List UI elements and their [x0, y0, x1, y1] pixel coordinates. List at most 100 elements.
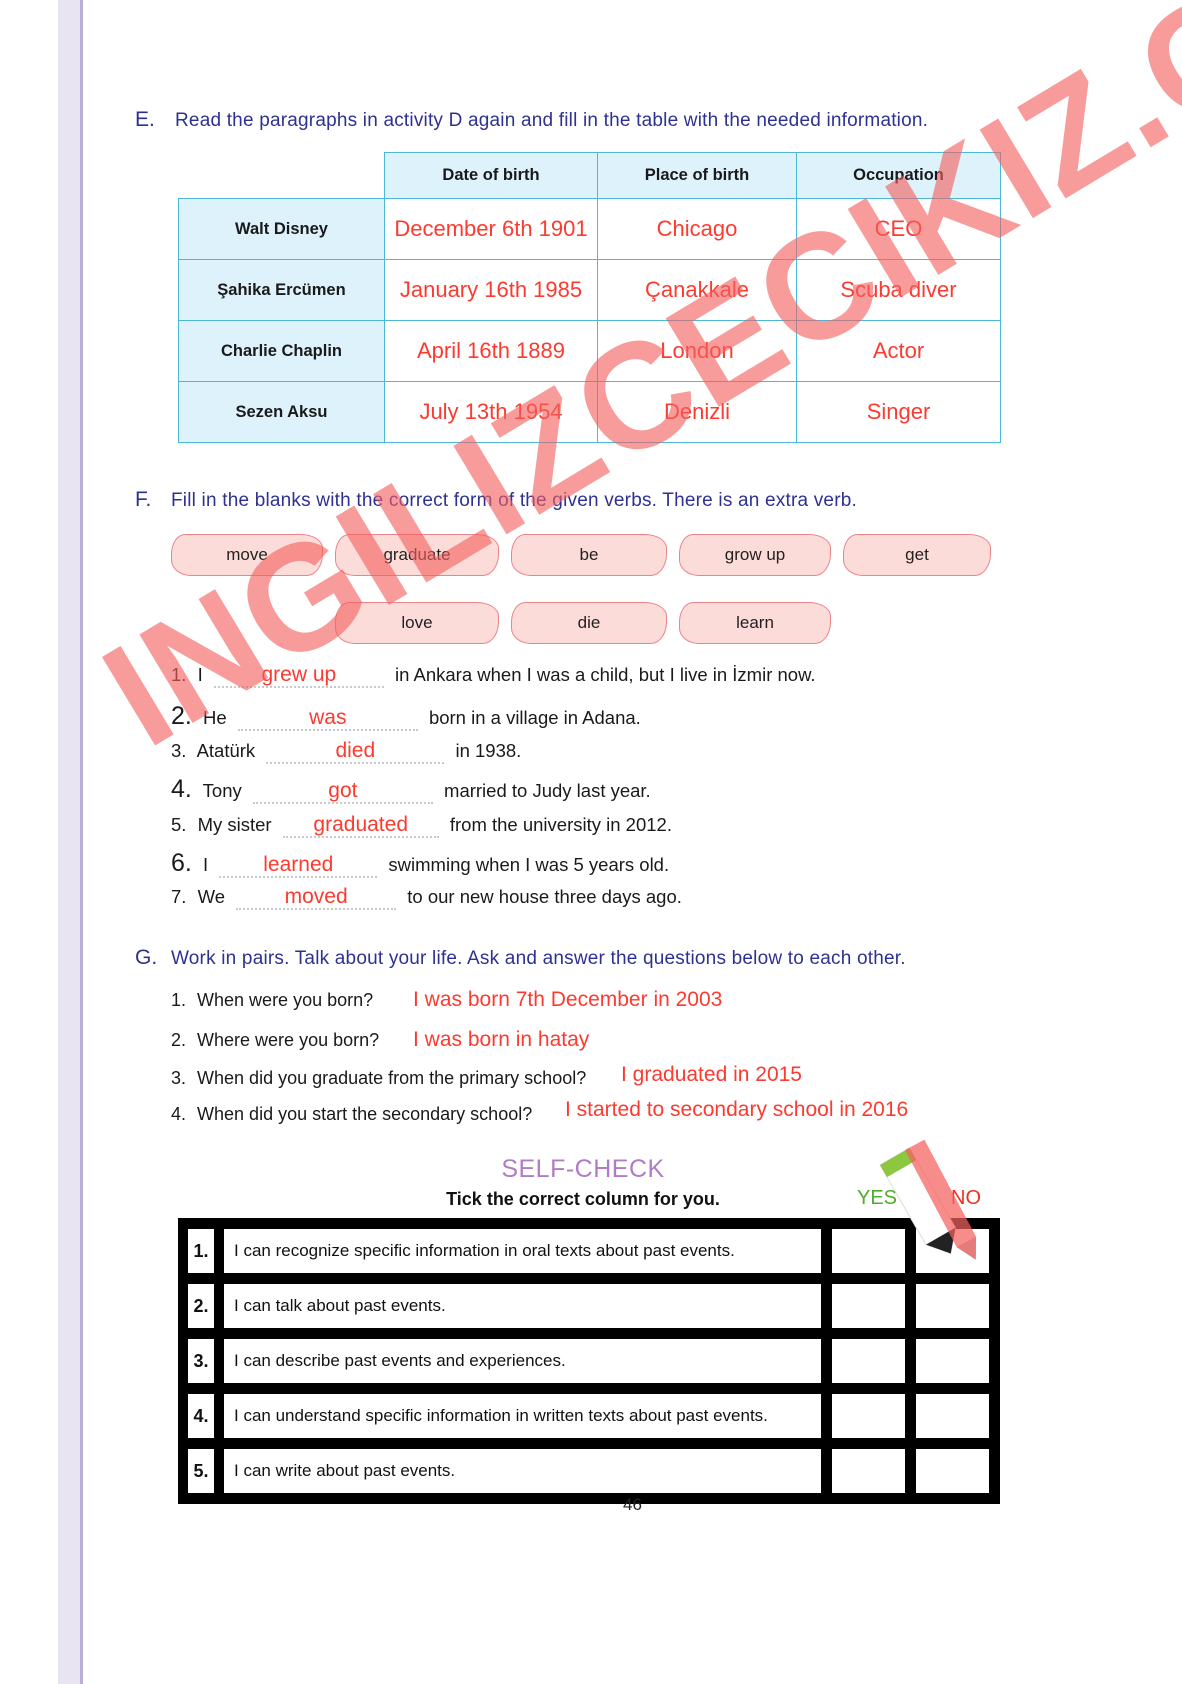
table-divider: [178, 1328, 1000, 1339]
answer-occupation-charlie-chaplin[interactable]: Actor: [796, 320, 1001, 382]
row-number: 2.: [178, 1284, 224, 1328]
answer-date-charlie-chaplin[interactable]: April 16th 1889: [384, 320, 598, 382]
speaking-answer-1[interactable]: I was born 7th December in 2003: [413, 988, 722, 1012]
page-edge-white: [0, 0, 58, 1684]
table-row: Sezen Aksu July 13th 1954 Denizli Singer: [178, 381, 1001, 443]
item-number: 2.: [171, 702, 192, 730]
header-occupation: Occupation: [796, 152, 1001, 199]
checkbox-yes-2[interactable]: [832, 1284, 916, 1328]
answer-place-sahika-ercumen[interactable]: Çanakkale: [597, 259, 797, 321]
header-place-of-birth: Place of birth: [597, 152, 797, 199]
speaking-question-2: 2. Where were you born?: [171, 1030, 385, 1051]
self-check-title: SELF-CHECK: [501, 1155, 665, 1183]
word-chip-get[interactable]: get: [843, 534, 991, 576]
item-text-before: He: [203, 707, 227, 728]
section-f-letter: F.: [135, 488, 152, 511]
table-row: Charlie Chaplin April 16th 1889 London A…: [178, 320, 1001, 382]
word-chip-be[interactable]: be: [511, 534, 667, 576]
question-text: When were you born?: [197, 990, 374, 1010]
row-name-sahika-ercumen: Şahika Ercümen: [178, 259, 385, 321]
header-date-of-birth: Date of birth: [384, 152, 598, 199]
word-chip-move[interactable]: move: [171, 534, 323, 576]
item-text-after: from the university in 2012.: [449, 814, 672, 835]
word-chip-love[interactable]: love: [335, 602, 499, 644]
item-number: 3.: [171, 1068, 187, 1088]
row-statement: I can describe past events and experienc…: [224, 1339, 832, 1383]
fill-blank-item-5: 5. My sister graduated from the universi…: [171, 813, 678, 839]
speaking-question-3: 3. When did you graduate from the primar…: [171, 1068, 592, 1089]
item-text-before: I: [203, 854, 209, 875]
fill-blank-item-2: 2. He was born in a village in Adana.: [171, 702, 647, 732]
row-number: 4.: [178, 1394, 224, 1438]
fill-blank-item-7: 7. We moved to our new house three days …: [171, 885, 688, 911]
item-number: 2.: [171, 1030, 187, 1050]
answer-place-walt-disney[interactable]: Chicago: [597, 198, 797, 260]
checkbox-yes-1[interactable]: [832, 1229, 916, 1273]
speaking-question-4: 4. When did you start the secondary scho…: [171, 1104, 538, 1125]
speaking-answer-4[interactable]: I started to secondary school in 2016: [565, 1098, 908, 1122]
word-chip-grow-up[interactable]: grow up: [679, 534, 831, 576]
answer-date-walt-disney[interactable]: December 6th 1901: [384, 198, 598, 260]
item-text-before: I: [197, 664, 203, 685]
answer-occupation-walt-disney[interactable]: CEO: [796, 198, 1001, 260]
checkbox-yes-4[interactable]: [832, 1394, 916, 1438]
speaking-answer-3[interactable]: I graduated in 2015: [621, 1063, 802, 1087]
item-number: 3.: [171, 740, 187, 761]
item-number: 7.: [171, 886, 187, 907]
speaking-answer-2[interactable]: I was born in hatay: [413, 1028, 589, 1052]
checkbox-yes-3[interactable]: [832, 1339, 916, 1383]
page-edge-lavender: [58, 0, 80, 1684]
checkbox-no-5[interactable]: [916, 1449, 1000, 1493]
answer-place-charlie-chaplin[interactable]: London: [597, 320, 797, 382]
section-e-letter: E.: [135, 108, 155, 131]
self-check-subtitle: Tick the correct column for you.: [446, 1189, 720, 1209]
table-corner-cell: [178, 152, 385, 199]
table-divider: [178, 1438, 1000, 1449]
page-number: 46: [623, 1495, 642, 1514]
self-check-row-3: 3. I can describe past events and experi…: [178, 1339, 1000, 1383]
word-chip-die[interactable]: die: [511, 602, 667, 644]
section-e-instruction: Read the paragraphs in activity D again …: [175, 110, 929, 131]
answer-place-sezen-aksu[interactable]: Denizli: [597, 381, 797, 443]
question-text: When did you graduate from the primary s…: [197, 1068, 587, 1088]
item-number: 6.: [171, 849, 192, 877]
question-text: When did you start the secondary school?: [197, 1104, 533, 1124]
checkbox-yes-5[interactable]: [832, 1449, 916, 1493]
section-g-letter: G.: [135, 946, 158, 969]
answer-date-sezen-aksu[interactable]: July 13th 1954: [384, 381, 598, 443]
self-check-row-1: 1. I can recognize specific information …: [178, 1229, 1000, 1273]
row-statement: I can talk about past events.: [224, 1284, 832, 1328]
answer-occupation-sezen-aksu[interactable]: Singer: [796, 381, 1001, 443]
item-text-before: My sister: [197, 814, 272, 835]
blank-answer-6[interactable]: learned: [219, 853, 378, 879]
row-number: 1.: [178, 1229, 224, 1273]
word-chip-learn[interactable]: learn: [679, 602, 831, 644]
checkbox-no-2[interactable]: [916, 1284, 1000, 1328]
self-check-row-5: 5. I can write about past events.: [178, 1449, 1000, 1493]
word-chip-graduate[interactable]: graduate: [335, 534, 499, 576]
blank-answer-4[interactable]: got: [252, 779, 433, 805]
self-check-yes-header: YES: [856, 1187, 898, 1209]
checkbox-no-4[interactable]: [916, 1394, 1000, 1438]
blank-answer-3[interactable]: died: [266, 739, 445, 765]
row-name-walt-disney: Walt Disney: [178, 198, 385, 260]
answer-occupation-sahika-ercumen[interactable]: Scuba diver: [796, 259, 1001, 321]
blank-answer-7[interactable]: moved: [236, 885, 397, 911]
worksheet-page: E. Read the paragraphs in activity D aga…: [83, 0, 1182, 1684]
item-text-after: born in a village in Adana.: [428, 707, 641, 728]
blank-answer-5[interactable]: graduated: [282, 813, 439, 839]
checkbox-no-3[interactable]: [916, 1339, 1000, 1383]
item-text-before: Tony: [202, 780, 242, 801]
blank-answer-2[interactable]: was: [237, 706, 418, 732]
blank-answer-1[interactable]: grew up: [213, 663, 384, 689]
checkbox-no-1[interactable]: [916, 1229, 1000, 1273]
row-statement: I can write about past events.: [224, 1449, 832, 1493]
answer-date-sahika-ercumen[interactable]: January 16th 1985: [384, 259, 598, 321]
speaking-question-1: 1. When were you born?: [171, 990, 379, 1011]
section-g-instruction: Work in pairs. Talk about your life. Ask…: [171, 948, 906, 969]
self-check-row-2: 2. I can talk about past events.: [178, 1284, 1000, 1328]
item-text-after: to our new house three days ago.: [407, 886, 682, 907]
section-f-instruction: Fill in the blanks with the correct form…: [171, 490, 857, 511]
item-text-before: We: [197, 886, 225, 907]
row-name-sezen-aksu: Sezen Aksu: [178, 381, 385, 443]
